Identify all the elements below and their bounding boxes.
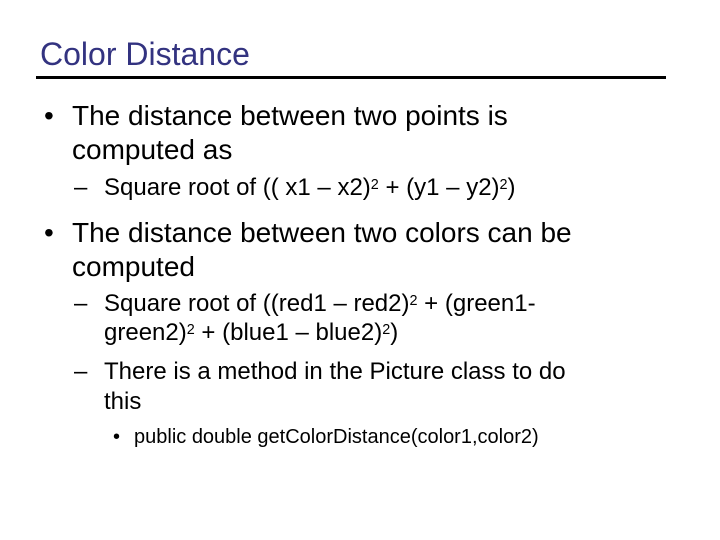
formula-part: + (y1 – y2) bbox=[378, 174, 500, 201]
bullet-2-sub-2-line-1: There is a method in the Picture class t… bbox=[104, 358, 566, 385]
formula-part: green2) bbox=[104, 319, 187, 346]
formula-part: ) bbox=[507, 174, 516, 201]
dash-icon: – bbox=[74, 358, 88, 385]
superscript: 2 bbox=[186, 321, 195, 338]
formula-part: ) bbox=[390, 319, 399, 346]
bullet-icon: • bbox=[113, 426, 121, 448]
superscript: 2 bbox=[409, 292, 418, 309]
title-underline bbox=[36, 76, 666, 79]
bullet-2-line-2: computed bbox=[72, 251, 195, 282]
dash-icon: – bbox=[74, 290, 88, 317]
bullet-1-line-1: The distance between two points is bbox=[72, 100, 508, 131]
bullet-1-sub-1: Square root of (( x1 – x2)2 + (y1 – y2)2… bbox=[104, 174, 516, 205]
formula-part: + (green1- bbox=[417, 290, 536, 317]
bullet-2-line-1: The distance between two colors can be bbox=[72, 217, 572, 248]
slide: Color Distance • The distance between tw… bbox=[0, 0, 720, 540]
bullet-2-sub-1-line-1: Square root of ((red1 – red2)2 + (green1… bbox=[104, 290, 536, 321]
superscript: 2 bbox=[370, 176, 379, 193]
bullet-icon: • bbox=[44, 217, 54, 248]
method-signature: public double getColorDistance(color1,co… bbox=[134, 426, 539, 448]
superscript: 2 bbox=[382, 321, 391, 338]
bullet-2-sub-2-line-2: this bbox=[104, 388, 142, 415]
formula-part: + (blue1 – blue2) bbox=[194, 319, 383, 346]
formula-part: Square root of (( x1 – x2) bbox=[104, 174, 371, 201]
formula-part: Square root of ((red1 – red2) bbox=[104, 290, 410, 317]
slide-title: Color Distance bbox=[40, 36, 250, 72]
dash-icon: – bbox=[74, 174, 88, 201]
bullet-icon: • bbox=[44, 100, 54, 131]
bullet-2-sub-1-line-2: green2)2 + (blue1 – blue2)2) bbox=[104, 319, 398, 350]
bullet-1-line-2: computed as bbox=[72, 134, 233, 165]
superscript: 2 bbox=[499, 176, 508, 193]
